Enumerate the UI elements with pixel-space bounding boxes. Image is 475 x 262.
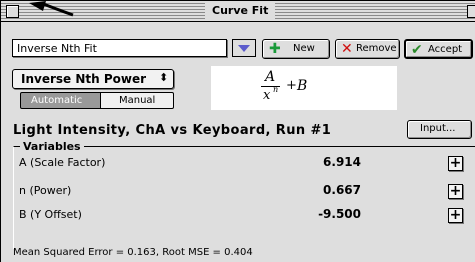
mode-manual-button[interactable]: Manual — [100, 92, 174, 109]
formula-exponent: n — [273, 85, 279, 94]
variable-name-n: n (Power) — [19, 184, 72, 197]
variables-group-label: Variables — [20, 140, 84, 153]
variable-name-a: A (Scale Factor) — [19, 156, 106, 169]
accept-button[interactable]: ✔ Accept — [404, 39, 473, 59]
window-title: Curve Fit — [205, 3, 276, 19]
mode-automatic-button[interactable]: Automatic — [20, 92, 101, 109]
function-popup-value: Inverse Nth Power — [21, 72, 147, 86]
variable-b-plus-button[interactable]: + — [448, 208, 463, 223]
variable-a-plus-button[interactable]: + — [448, 156, 463, 171]
variable-name-b: B (Y Offset) — [19, 208, 82, 221]
run-title: Light Intensity, ChA vs Keyboard, Run #1 — [13, 123, 332, 138]
input-button-label: Input... — [420, 123, 456, 134]
variable-value-a: 6.914 — [323, 155, 361, 169]
up-down-arrows-icon: ⬍ — [159, 71, 169, 84]
remove-button-label: Remove — [356, 43, 397, 54]
formula-plus: + — [286, 78, 297, 93]
fit-error-status: Mean Squared Error = 0.163, Root MSE = 0… — [13, 247, 253, 258]
formula-numerator: A — [265, 69, 276, 85]
new-button[interactable]: ✚ New — [262, 39, 330, 59]
fit-type-dropdown-button[interactable] — [232, 39, 256, 57]
formula-offset: B — [297, 78, 308, 94]
variable-n-plus-button[interactable]: + — [448, 184, 463, 199]
remove-button[interactable]: ✕ Remove — [335, 39, 400, 59]
variable-value-n: 0.667 — [323, 183, 361, 197]
pointer-arrow-icon — [29, 1, 74, 17]
fit-type-field[interactable]: Inverse Nth Fit — [12, 39, 227, 57]
plus-icon: ✚ — [269, 41, 281, 57]
checkmark-icon: ✔ — [411, 42, 423, 58]
zoom-box-icon[interactable] — [467, 5, 475, 18]
input-button[interactable]: Input... — [407, 120, 472, 139]
curve-fit-window: Curve Fit Inverse Nth Fit ✚ New ✕ Remove… — [0, 0, 475, 262]
new-button-label: New — [293, 43, 315, 54]
accept-button-label: Accept — [428, 44, 463, 55]
mode-automatic-label: Automatic — [31, 95, 83, 106]
variable-value-b: -9.500 — [318, 207, 361, 221]
chevron-down-icon — [238, 45, 250, 52]
function-popup[interactable]: Inverse Nth Power ⬍ — [12, 69, 174, 89]
formula-display: A x n + B — [211, 66, 397, 110]
mode-manual-label: Manual — [119, 95, 156, 106]
fit-type-value: Inverse Nth Fit — [17, 42, 97, 55]
x-icon: ✕ — [341, 41, 353, 57]
formula-denominator: x — [263, 88, 271, 103]
